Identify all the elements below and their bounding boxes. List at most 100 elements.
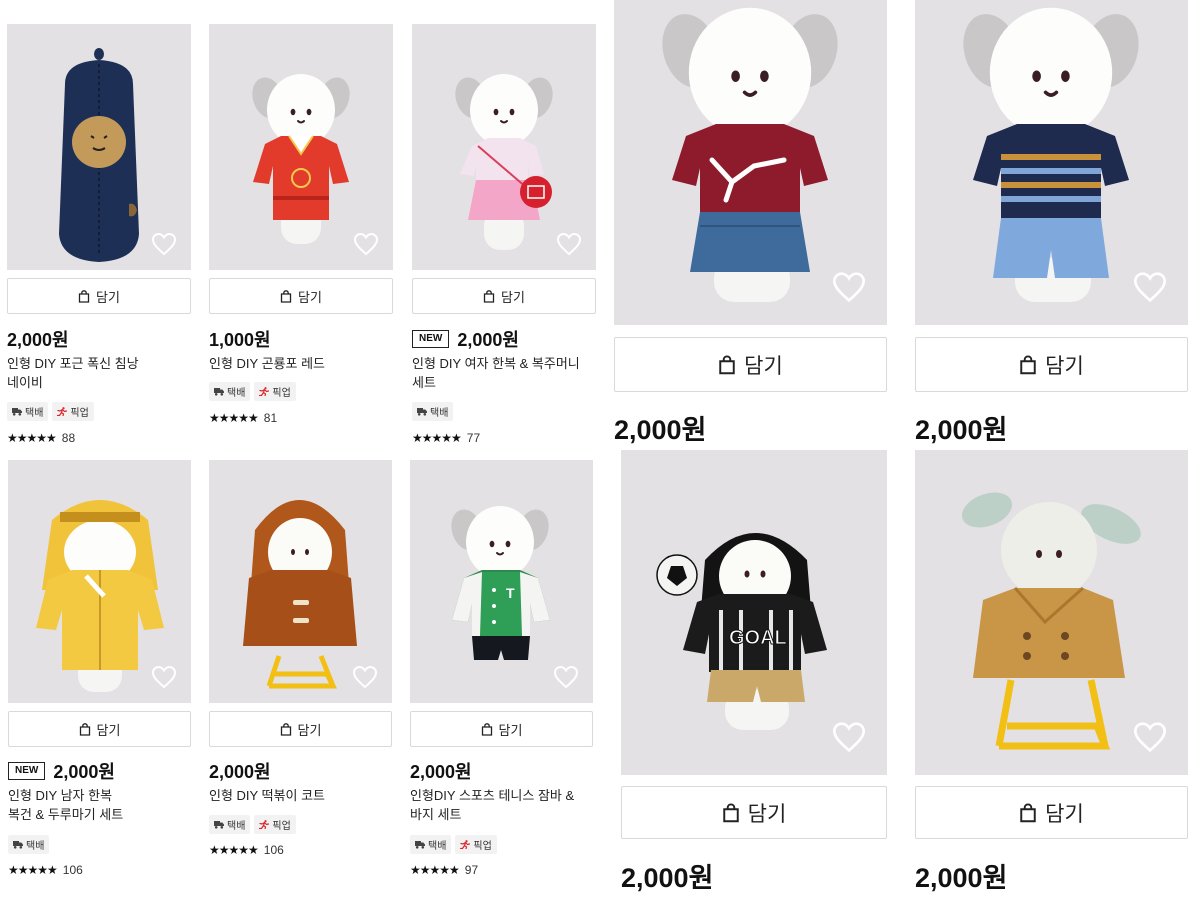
shopping-bag-icon xyxy=(1019,355,1037,375)
heart-icon[interactable] xyxy=(353,232,379,256)
shopping-bag-icon xyxy=(483,290,495,303)
product-card[interactable]: 담기 NEW 2,000원 인형 DIY 여자 한복 & 복주머니 세트 택배 … xyxy=(412,24,596,454)
price-row: 2,000원 xyxy=(915,408,1007,447)
price-row: 2,000원 xyxy=(915,856,1007,895)
heart-icon[interactable] xyxy=(1132,721,1168,753)
product-image[interactable]: T xyxy=(410,460,593,703)
price-row: 1,000원 xyxy=(209,326,271,352)
product-image[interactable] xyxy=(412,24,596,270)
product-card[interactable]: 담기 1,000원 인형 DIY 곤룡포 레드 택배 픽업 ★★★★★ 81 xyxy=(209,24,393,434)
pickup-tag: 픽업 xyxy=(52,402,94,421)
heart-icon[interactable] xyxy=(553,665,579,689)
shipping-tags: 택배 xyxy=(8,835,50,854)
add-to-cart-button[interactable]: 담기 xyxy=(209,278,393,314)
product-card[interactable]: GOAL 담기 2,000원 xyxy=(621,450,887,895)
price: 2,000원 xyxy=(457,330,519,350)
price-row: 2,000원 xyxy=(614,408,706,447)
heart-icon[interactable] xyxy=(831,721,867,753)
price: 2,000원 xyxy=(621,863,714,893)
product-card[interactable]: 담기 2,000원 인형 DIY 포근 폭신 침낭 네이비 택배 픽업 ★★★★… xyxy=(7,24,191,454)
price: 2,000원 xyxy=(209,762,271,782)
delivery-tag: 택배 xyxy=(410,835,452,854)
product-image[interactable] xyxy=(915,0,1188,325)
product-card[interactable]: 담기 2,000원 xyxy=(915,0,1188,445)
cart-label: 담기 xyxy=(1045,354,1084,378)
product-name-line: 인형DIY 스포츠 테니스 잠바 & xyxy=(410,788,575,803)
star-icons: ★★★★★ xyxy=(8,863,58,877)
product-image[interactable] xyxy=(209,24,393,270)
star-icons: ★★★★★ xyxy=(7,431,57,445)
add-to-cart-button[interactable]: 담기 xyxy=(7,278,191,314)
add-to-cart-button[interactable]: 담기 xyxy=(621,786,887,839)
review-count: 106 xyxy=(62,863,83,877)
product-card[interactable]: 담기 2,000원 xyxy=(614,0,887,445)
product-name[interactable]: 인형 DIY 포근 폭신 침낭 네이비 xyxy=(7,354,191,392)
heart-icon[interactable] xyxy=(556,232,582,256)
product-image[interactable] xyxy=(614,0,887,325)
price: 2,000원 xyxy=(614,415,707,445)
runner-icon xyxy=(259,387,269,396)
product-name[interactable]: 인형 DIY 곤룡포 레드 xyxy=(209,354,393,373)
product-name-line: 인형 DIY 여자 한복 & 복주머니 xyxy=(412,356,580,371)
rating: ★★★★★ 97 xyxy=(410,863,478,877)
product-card[interactable]: 담기 NEW 2,000원 인형 DIY 남자 한복 복건 & 두루마기 세트 … xyxy=(8,460,191,885)
new-badge: NEW xyxy=(8,762,46,780)
pickup-tag: 픽업 xyxy=(455,835,497,854)
cart-label: 담기 xyxy=(501,289,525,305)
runner-icon xyxy=(259,820,269,829)
add-to-cart-button[interactable]: 담기 xyxy=(915,337,1188,392)
shopping-bag-icon xyxy=(79,723,91,736)
rating: ★★★★★ 81 xyxy=(209,411,277,425)
product-image[interactable] xyxy=(209,460,392,703)
pickup-tag: 픽업 xyxy=(254,382,296,401)
product-image[interactable]: GOAL xyxy=(621,450,887,775)
delivery-tag: 택배 xyxy=(7,402,49,421)
shopping-bag-icon xyxy=(718,355,736,375)
product-name[interactable]: 인형 DIY 떡볶이 코트 xyxy=(209,786,392,805)
price: 2,000원 xyxy=(410,762,472,782)
product-name-line: 네이비 xyxy=(7,375,43,390)
heart-icon[interactable] xyxy=(1132,271,1168,303)
heart-icon[interactable] xyxy=(352,665,378,689)
heart-icon[interactable] xyxy=(831,271,867,303)
product-name-line: 바지 세트 xyxy=(410,807,462,822)
cart-label: 담기 xyxy=(96,722,121,738)
product-name[interactable]: 인형 DIY 남자 한복 복건 & 두루마기 세트 xyxy=(8,786,191,824)
shopping-bag-icon xyxy=(722,803,740,823)
product-card[interactable]: 담기 2,000원 xyxy=(915,450,1188,895)
product-card[interactable]: 담기 2,000원 인형 DIY 떡볶이 코트 택배 픽업 ★★★★★ 106 xyxy=(209,460,392,865)
cart-label: 담기 xyxy=(298,289,322,305)
add-to-cart-button[interactable]: 담기 xyxy=(8,711,191,747)
price: 2,000원 xyxy=(915,415,1008,445)
review-count: 77 xyxy=(466,431,481,445)
rating: ★★★★★ 77 xyxy=(412,431,480,445)
add-to-cart-button[interactable]: 담기 xyxy=(915,786,1188,839)
shipping-tags: 택배 픽업 xyxy=(410,835,497,854)
product-card[interactable]: T 담기 2,000원 인형DIY 스포츠 테니스 잠바 & 바지 세트 택배 … xyxy=(410,460,593,885)
delivery-tag: 택배 xyxy=(412,402,454,421)
shopping-bag-icon xyxy=(481,723,493,736)
product-name[interactable]: 인형 DIY 여자 한복 & 복주머니 세트 xyxy=(412,354,596,392)
heart-icon[interactable] xyxy=(151,232,177,256)
cart-label: 담기 xyxy=(744,354,783,378)
product-image[interactable] xyxy=(915,450,1188,775)
rating: ★★★★★ 106 xyxy=(209,843,284,857)
add-to-cart-button[interactable]: 담기 xyxy=(614,337,887,392)
product-name-line: 인형 DIY 떡볶이 코트 xyxy=(209,788,325,803)
add-to-cart-button[interactable]: 담기 xyxy=(410,711,593,747)
cart-label: 담기 xyxy=(1045,802,1084,826)
product-name[interactable]: 인형DIY 스포츠 테니스 잠바 & 바지 세트 xyxy=(410,786,593,824)
product-image[interactable] xyxy=(7,24,191,270)
truck-icon xyxy=(417,407,427,416)
delivery-tag: 택배 xyxy=(209,382,251,401)
price: 2,000원 xyxy=(53,762,115,782)
svg-text:GOAL: GOAL xyxy=(729,627,787,649)
price: 2,000원 xyxy=(915,863,1008,893)
product-image[interactable] xyxy=(8,460,191,703)
price-row: 2,000원 xyxy=(410,758,472,784)
add-to-cart-button[interactable]: 담기 xyxy=(209,711,392,747)
heart-icon[interactable] xyxy=(151,665,177,689)
add-to-cart-button[interactable]: 담기 xyxy=(412,278,596,314)
price-row: 2,000원 xyxy=(209,758,271,784)
product-name-line: 인형 DIY 포근 폭신 침낭 xyxy=(7,356,139,371)
